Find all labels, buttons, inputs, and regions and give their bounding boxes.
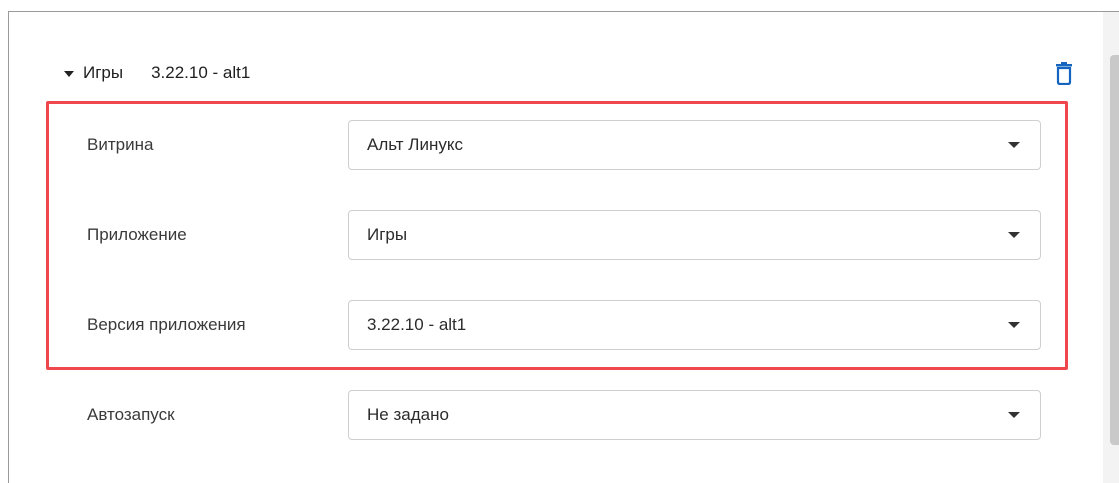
field-label-application: Приложение — [87, 225, 187, 244]
scrollbar-thumb[interactable] — [1110, 55, 1119, 445]
chevron-down-icon[interactable] — [1008, 142, 1020, 148]
trash-icon[interactable] — [1054, 61, 1074, 85]
autostart-select-value: Не задано — [367, 405, 449, 424]
field-label-autostart: Автозапуск — [87, 405, 175, 424]
field-label-app-version: Версия приложения — [87, 315, 246, 334]
application-select-value: Игры — [367, 225, 408, 244]
chevron-down-icon[interactable] — [1008, 412, 1020, 418]
autostart-select[interactable]: Не задано — [348, 390, 1041, 440]
app-version-select-value: 3.22.10 - alt1 — [367, 315, 467, 334]
section-header[interactable]: Игры 3.22.10 - alt1 — [64, 60, 250, 86]
showcase-select-value: Альт Линукс — [367, 135, 463, 154]
section-title: Игры — [83, 63, 124, 82]
app-version-select[interactable]: 3.22.10 - alt1 — [348, 300, 1041, 350]
showcase-select[interactable]: Альт Линукс — [348, 120, 1041, 170]
section-version: 3.22.10 - alt1 — [151, 63, 251, 82]
chevron-down-icon[interactable] — [1008, 232, 1020, 238]
application-select[interactable]: Игры — [348, 210, 1041, 260]
field-label-showcase: Витрина — [87, 135, 154, 154]
caret-down-icon[interactable] — [64, 70, 74, 77]
chevron-down-icon[interactable] — [1008, 322, 1020, 328]
